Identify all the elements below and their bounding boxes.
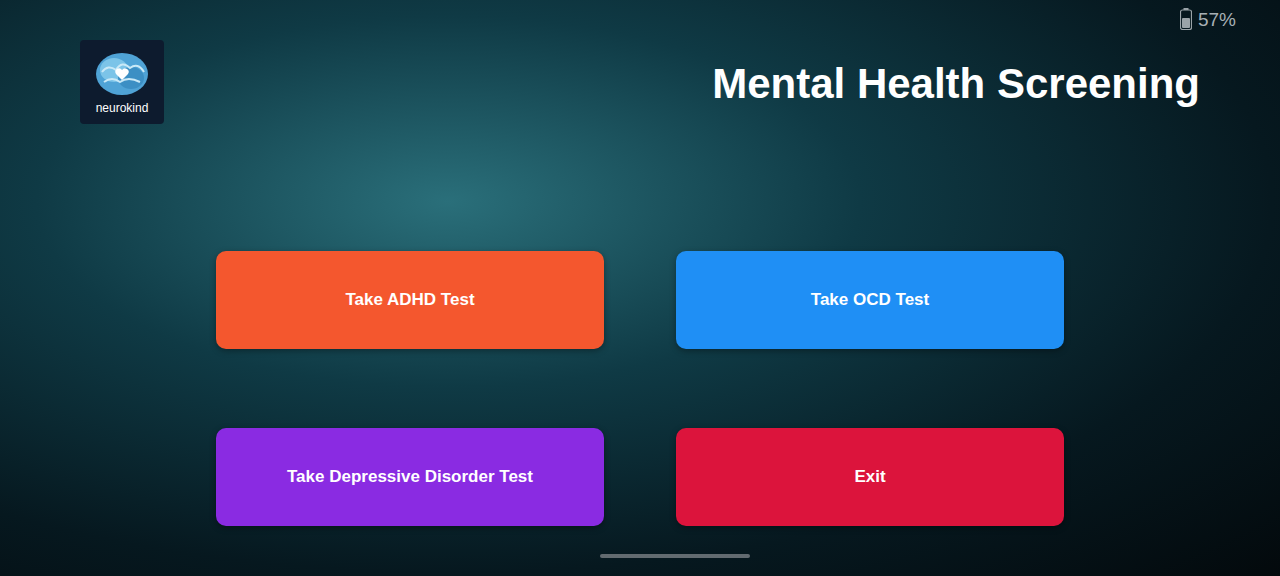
button-label: Exit [854,464,885,490]
battery-level: 57% [1198,10,1236,29]
battery-icon [1180,8,1192,30]
page-title: Mental Health Screening [712,58,1200,111]
home-indicator [600,554,750,558]
logo-label: neurokind [96,102,149,114]
screening-screen: 57% neurokind Mental Health Screening Ta… [0,0,1280,576]
status-bar: 57% [1180,8,1236,30]
test-button[interactable]: Take Depressive Disorder Test [216,428,604,526]
button-label: Take OCD Test [811,287,929,313]
app-logo: neurokind [80,40,164,124]
button-label: Take ADHD Test [345,287,474,313]
test-button[interactable]: Take OCD Test [676,251,1064,349]
test-button[interactable]: Take ADHD Test [216,251,604,349]
header: neurokind Mental Health Screening [0,0,1280,124]
button-label: Take Depressive Disorder Test [287,464,533,490]
button-grid: Take ADHD Test Take OCD Test Take Depressi… [216,251,1280,526]
brain-heart-icon [94,50,150,100]
exit-button[interactable]: Exit [676,428,1064,526]
